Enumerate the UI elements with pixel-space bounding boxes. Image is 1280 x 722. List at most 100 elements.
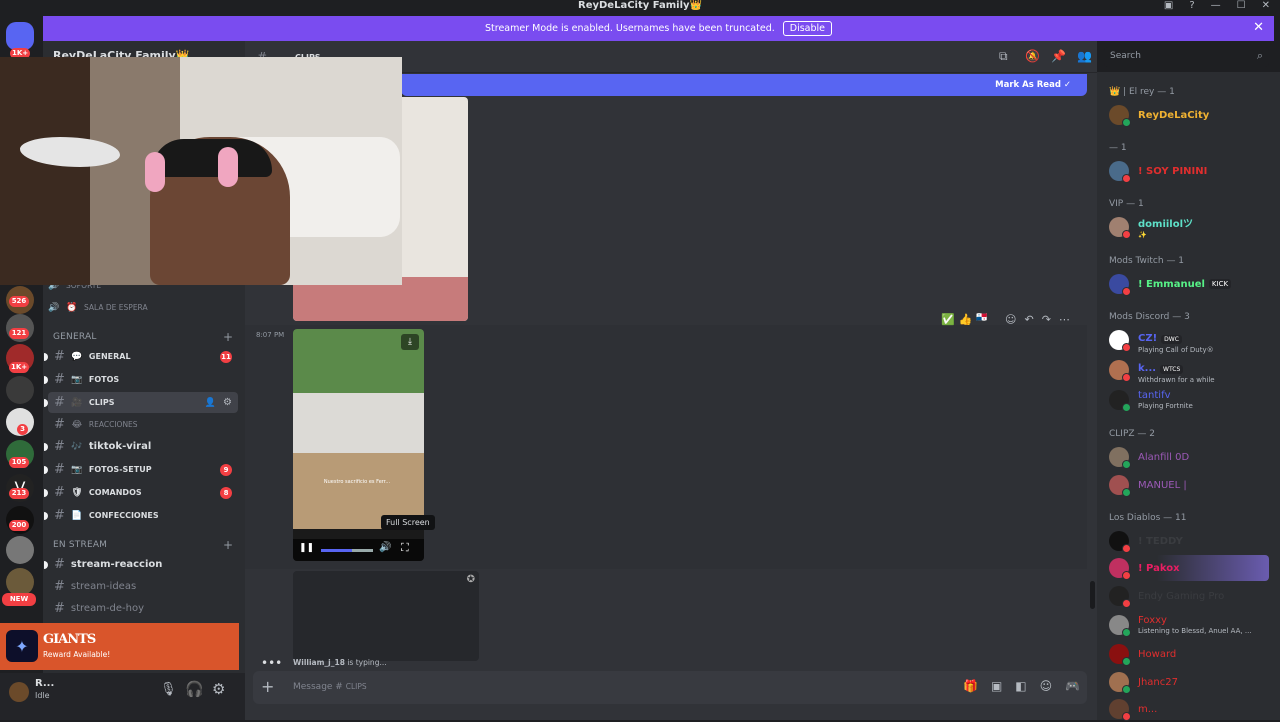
- more-icon[interactable]: ⋯: [1059, 313, 1070, 326]
- close-window-icon[interactable]: ✕: [1262, 0, 1270, 14]
- sticker-icon[interactable]: ◧: [1015, 679, 1026, 693]
- headphones-icon: [218, 147, 238, 187]
- avatar: [1109, 217, 1131, 239]
- direct-messages-button[interactable]: [6, 22, 34, 50]
- channel-emoji: 🎥: [71, 397, 83, 408]
- member-item[interactable]: Alanfill 0D: [1109, 444, 1274, 470]
- message-composer[interactable]: + Message # CLIPS 🎁 ▣ ◧ ☺ 🎮: [253, 671, 1087, 704]
- member-item[interactable]: m...: [1109, 696, 1274, 722]
- channel-general[interactable]: # 💬 GENERAL 11: [44, 346, 238, 367]
- member-item[interactable]: k... WTCS Withdrawn for a while: [1109, 357, 1274, 384]
- channel-stream-de-hoy[interactable]: # stream-de-hoy: [48, 598, 238, 619]
- guild-badge: 200: [9, 520, 29, 531]
- hash-icon: #: [54, 508, 65, 523]
- forward-icon[interactable]: ↷: [1042, 313, 1051, 326]
- member-item[interactable]: Foxxy Listening to Blessd, Anuel AA, ...: [1109, 612, 1274, 638]
- guild-badge: 3: [17, 424, 28, 435]
- emoji-icon[interactable]: ☺: [1040, 679, 1053, 693]
- pause-icon[interactable]: ❚❚: [299, 543, 314, 553]
- member-item[interactable]: ! Pakox: [1109, 555, 1269, 581]
- member-item[interactable]: ! SOY PININI: [1109, 158, 1274, 184]
- member-item[interactable]: domiilolツ ✨: [1109, 214, 1274, 240]
- disable-button[interactable]: Disable: [782, 21, 832, 36]
- channel-fotos[interactable]: # 📷 FOTOS: [44, 369, 238, 390]
- member-item[interactable]: ! Emmanuel KICK: [1109, 271, 1274, 297]
- reward-banner[interactable]: ✦ GIANTS Reward Available!: [0, 623, 239, 670]
- channel-comandos[interactable]: # 🛡 COMANDOS 8: [44, 482, 238, 503]
- scrollbar[interactable]: [1090, 581, 1095, 609]
- channel-confecciones[interactable]: # 📄 CONFECCIONES: [44, 505, 238, 526]
- threads-icon[interactable]: ⧉: [999, 49, 1008, 64]
- help-icon[interactable]: ?: [1189, 0, 1194, 14]
- member-group-header: Los Diablos — 11: [1109, 513, 1187, 523]
- download-icon[interactable]: ⤓: [401, 334, 419, 350]
- channel-stream-reaccion[interactable]: # stream-reaccion: [44, 554, 238, 575]
- gear-icon[interactable]: ⚙: [223, 397, 232, 408]
- channel-emoji: 🛡: [71, 487, 83, 498]
- member-item[interactable]: tantifv Playing Fortnite: [1109, 387, 1274, 413]
- gift-icon[interactable]: 🎁: [963, 679, 978, 693]
- microphone-icon[interactable]: 🎙: [160, 682, 177, 697]
- reward-subtitle: Reward Available!: [43, 650, 111, 659]
- hash-icon: #: [54, 601, 65, 616]
- add-reaction-icon[interactable]: ☺: [1005, 313, 1016, 326]
- apps-icon[interactable]: 🎮: [1065, 679, 1080, 693]
- search-input[interactable]: Search ⌕: [1104, 47, 1269, 67]
- add-channel-icon[interactable]: +: [223, 330, 233, 344]
- reaction-emoji[interactable]: 👍: [959, 313, 973, 326]
- channel-clips[interactable]: # 🎥 CLIPS 👤 ⚙: [44, 392, 238, 413]
- volume-slider[interactable]: [321, 549, 373, 552]
- reply-icon[interactable]: ↶: [1024, 313, 1033, 326]
- member-list-icon[interactable]: 👥: [1077, 49, 1092, 63]
- channel-label: COMANDOS: [88, 488, 142, 497]
- pin-icon[interactable]: 📌: [1051, 49, 1066, 63]
- new-messages-bar[interactable]: Mark As Read ✓: [401, 74, 1087, 96]
- channel-fotos-setup[interactable]: # 📷 FOTOS-SETUP 9: [44, 459, 238, 480]
- category-en-stream[interactable]: EN STREAM: [53, 540, 107, 550]
- volume-icon[interactable]: 🔊: [379, 542, 391, 553]
- hash-icon: #: [54, 417, 65, 432]
- member-item[interactable]: MANUEL |: [1109, 472, 1274, 498]
- member-item[interactable]: ReyDeLaCity: [1109, 102, 1274, 128]
- member-item[interactable]: Endy Gaming Pro: [1109, 583, 1274, 609]
- headphones-icon[interactable]: 🎧: [185, 680, 204, 698]
- channel-emoji: 😂: [71, 419, 83, 430]
- channel-sala-de-espera[interactable]: 🔊 ⏰ SALA DE ESPERA: [48, 297, 238, 318]
- server-icon[interactable]: [6, 568, 34, 596]
- unread-indicator: [44, 442, 48, 451]
- channel-reacciones[interactable]: # 😂 REACCIONES: [48, 414, 238, 435]
- server-icon[interactable]: [6, 536, 34, 564]
- banner-text: Streamer Mode is enabled. Usernames have…: [485, 23, 775, 34]
- user-status: Idle: [35, 691, 50, 700]
- close-icon[interactable]: ✕: [1253, 20, 1264, 35]
- server-icon[interactable]: [6, 376, 34, 404]
- reaction-emoji[interactable]: 🇵🇦: [976, 313, 987, 326]
- add-channel-icon[interactable]: +: [223, 538, 233, 552]
- fullscreen-icon[interactable]: ⛶: [401, 541, 409, 555]
- channel-tiktok-viral[interactable]: # 🎶 tiktok-viral: [44, 436, 238, 457]
- bell-muted-icon[interactable]: 🔕: [1025, 49, 1040, 63]
- channel-stream-ideas[interactable]: # stream-ideas: [48, 576, 238, 597]
- category-general[interactable]: GENERAL: [53, 332, 97, 342]
- member-group-header: VIP — 1: [1109, 199, 1144, 209]
- inbox-icon[interactable]: ▣: [1164, 0, 1173, 14]
- maximize-icon[interactable]: ☐: [1237, 0, 1246, 14]
- avatar: [1109, 360, 1131, 382]
- member-item[interactable]: Jhanc27: [1109, 669, 1274, 695]
- member-item[interactable]: Howard: [1109, 641, 1274, 667]
- member-item[interactable]: ! TEDDY: [1109, 528, 1274, 554]
- window-controls: ▣ ? — ☐ ✕: [1164, 0, 1280, 14]
- composer-placeholder[interactable]: Message # CLIPS: [293, 682, 367, 692]
- video-attachment[interactable]: ✪: [293, 571, 479, 661]
- member-name: CZ!: [1138, 333, 1158, 344]
- composer-channel: CLIPS: [345, 682, 367, 691]
- member-item[interactable]: CZ! DWC Playing Call of Duty®: [1109, 327, 1274, 354]
- avatar[interactable]: [9, 682, 29, 702]
- invite-icon[interactable]: 👤: [205, 398, 216, 408]
- gear-icon[interactable]: ⚙: [212, 680, 225, 698]
- minimize-icon[interactable]: —: [1211, 0, 1221, 14]
- reaction-emoji[interactable]: ✅: [941, 313, 955, 326]
- gif-icon[interactable]: ▣: [991, 679, 1002, 693]
- mark-as-read-text: Mark As Read: [995, 80, 1061, 90]
- add-attachment-icon[interactable]: +: [261, 677, 274, 696]
